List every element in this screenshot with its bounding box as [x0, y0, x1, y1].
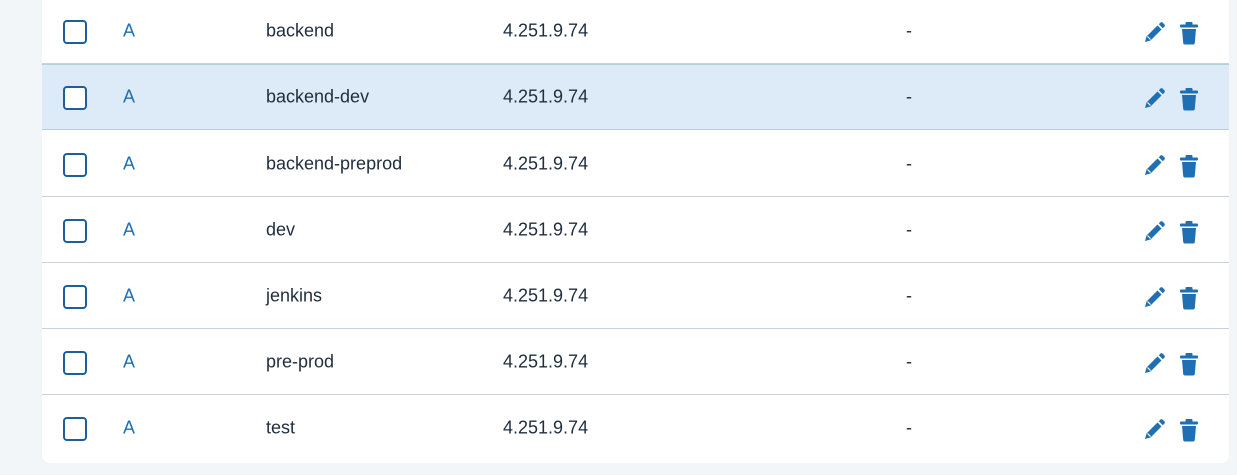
- record-ttl: -: [906, 351, 912, 371]
- record-type: A: [123, 153, 136, 173]
- pencil-icon[interactable]: [1142, 286, 1166, 310]
- record-ttl: -: [906, 417, 912, 438]
- table-row: A backend-preprod 4.251.9.74 -: [42, 131, 1229, 197]
- record-value: 4.251.9.74: [503, 153, 589, 173]
- record-name: dev: [266, 219, 296, 239]
- pencil-icon[interactable]: [1142, 154, 1166, 178]
- record-ttl: -: [906, 86, 912, 107]
- record-ttl: -: [906, 285, 912, 305]
- table-row: A jenkins 4.251.9.74 -: [42, 263, 1229, 329]
- trash-icon[interactable]: [1178, 352, 1200, 376]
- record-value: 4.251.9.74: [503, 86, 589, 107]
- trash-icon[interactable]: [1178, 286, 1200, 310]
- table-row: A backend-dev 4.251.9.74 -: [42, 64, 1229, 130]
- record-type: A: [123, 417, 136, 438]
- row-checkbox[interactable]: [63, 218, 87, 243]
- record-name: pre-prod: [266, 351, 335, 371]
- row-checkbox[interactable]: [63, 19, 87, 44]
- trash-icon[interactable]: [1178, 87, 1200, 111]
- record-name: jenkins: [266, 285, 323, 305]
- trash-icon[interactable]: [1178, 418, 1200, 442]
- record-value: 4.251.9.74: [503, 285, 589, 305]
- record-name: backend-preprod: [266, 153, 403, 173]
- row-checkbox[interactable]: [63, 284, 87, 309]
- record-ttl: -: [906, 219, 912, 239]
- pencil-icon[interactable]: [1142, 220, 1166, 244]
- row-checkbox[interactable]: [63, 152, 87, 177]
- row-checkbox[interactable]: [63, 417, 87, 441]
- record-value: 4.251.9.74: [503, 20, 589, 40]
- table-row: A test 4.251.9.74 -: [42, 395, 1229, 461]
- record-name: test: [266, 417, 296, 438]
- trash-icon[interactable]: [1178, 21, 1200, 45]
- pencil-icon[interactable]: [1142, 87, 1166, 111]
- pencil-icon[interactable]: [1142, 21, 1166, 45]
- record-type: A: [123, 86, 136, 107]
- record-value: 4.251.9.74: [503, 417, 589, 438]
- record-value: 4.251.9.74: [503, 219, 589, 239]
- record-ttl: -: [906, 153, 912, 173]
- row-checkbox[interactable]: [63, 86, 87, 110]
- trash-icon[interactable]: [1178, 220, 1200, 244]
- trash-icon[interactable]: [1178, 154, 1200, 178]
- record-type: A: [123, 351, 136, 371]
- record-value: 4.251.9.74: [503, 351, 589, 371]
- dns-records-table: A backend 4.251.9.74 - A backend-dev 4.2…: [42, 0, 1229, 463]
- record-type: A: [123, 219, 136, 239]
- pencil-icon[interactable]: [1142, 418, 1166, 442]
- record-type: A: [123, 20, 136, 40]
- table-row: A backend 4.251.9.74 -: [42, 0, 1229, 64]
- record-type: A: [123, 285, 136, 305]
- record-name: backend-dev: [266, 86, 370, 107]
- table-row: A dev 4.251.9.74 -: [42, 197, 1229, 263]
- record-ttl: -: [906, 20, 912, 40]
- row-checkbox[interactable]: [63, 350, 87, 375]
- table-row: A pre-prod 4.251.9.74 -: [42, 329, 1229, 395]
- record-name: backend: [266, 20, 335, 40]
- pencil-icon[interactable]: [1142, 352, 1166, 376]
